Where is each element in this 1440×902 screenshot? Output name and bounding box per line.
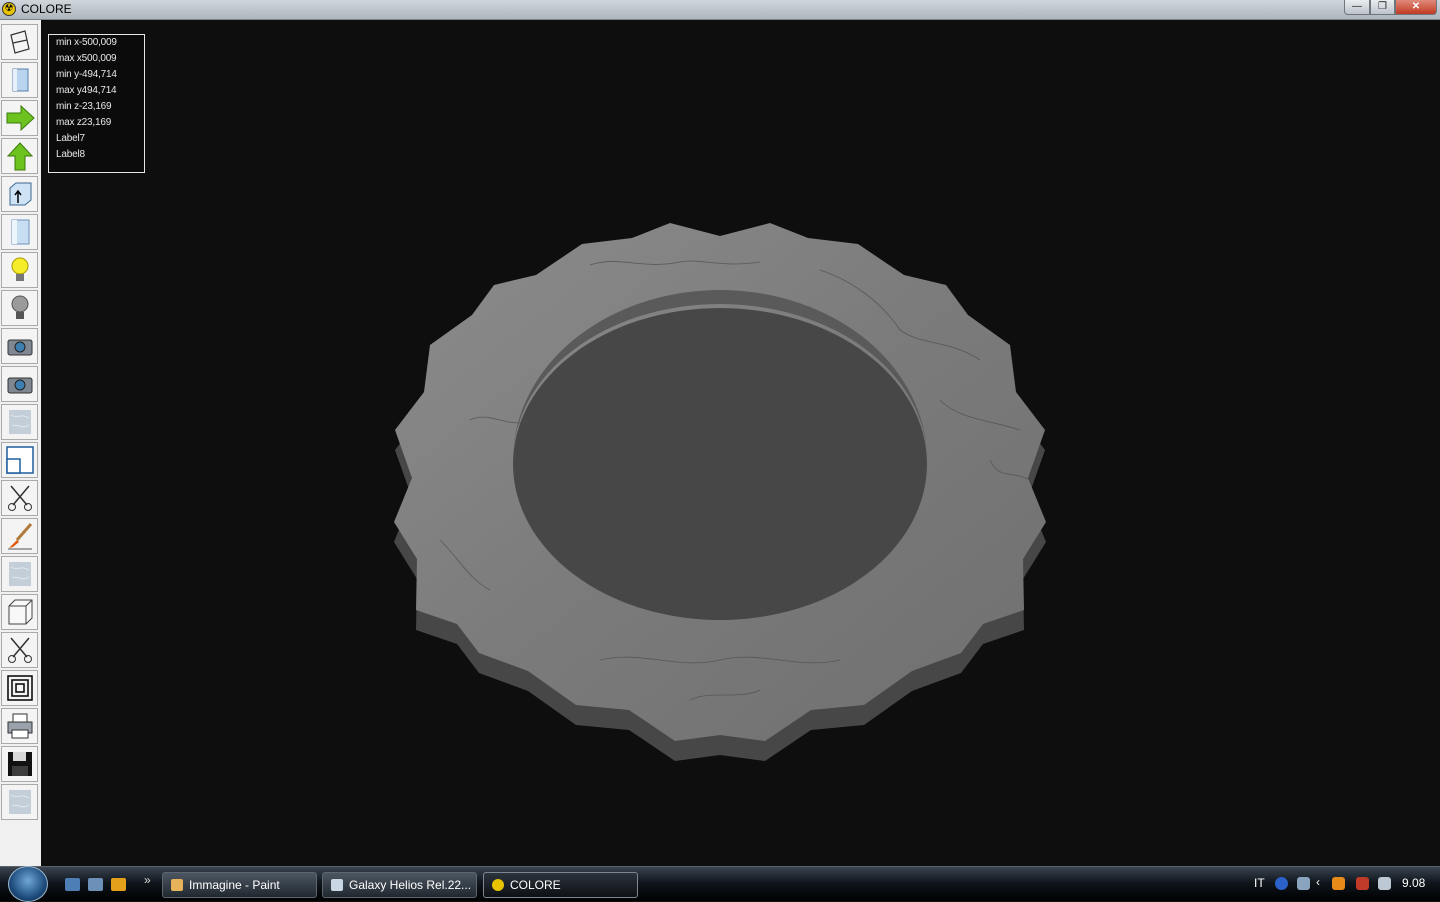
max-y-label: max y494,714 bbox=[56, 85, 117, 96]
show-desktop-icon[interactable] bbox=[65, 878, 80, 891]
network-icon[interactable] bbox=[1297, 877, 1310, 890]
bounds-info-panel: min x-500,009 max x500,009 min y-494,714… bbox=[48, 34, 145, 173]
max-x-label: max x500,009 bbox=[56, 53, 117, 64]
tray-app-icon[interactable] bbox=[1332, 877, 1345, 890]
taskbar-button-label: Galaxy Helios Rel.22... bbox=[349, 878, 472, 892]
taskbar-button-paint[interactable]: Immagine - Paint bbox=[162, 872, 317, 898]
start-button[interactable] bbox=[8, 866, 48, 902]
taskbar-button-colore[interactable]: COLORE bbox=[483, 872, 638, 898]
taskbar-button-label: Immagine - Paint bbox=[189, 878, 280, 892]
help-icon[interactable] bbox=[1275, 877, 1288, 890]
language-indicator[interactable]: IT bbox=[1254, 876, 1265, 890]
explorer-icon bbox=[331, 879, 343, 891]
media-player-icon[interactable] bbox=[111, 878, 126, 891]
quicklaunch-chevron[interactable]: » bbox=[144, 873, 151, 887]
max-z-label: max z23,169 bbox=[56, 117, 112, 128]
taskbar-button-label: COLORE bbox=[510, 878, 561, 892]
min-z-label: min z-23,169 bbox=[56, 101, 112, 112]
switch-windows-icon[interactable] bbox=[88, 878, 103, 891]
clock[interactable]: 9.08 bbox=[1402, 876, 1425, 890]
colore-icon bbox=[492, 879, 504, 891]
taskbar: » Immagine - Paint Galaxy Helios Rel.22.… bbox=[0, 866, 1440, 902]
paint-icon bbox=[171, 879, 183, 891]
taskbar-button-galaxy[interactable]: Galaxy Helios Rel.22... bbox=[322, 872, 477, 898]
label8: Label8 bbox=[56, 149, 85, 160]
min-x-label: min x-500,009 bbox=[56, 37, 117, 48]
marble-ring-model[interactable] bbox=[0, 0, 1440, 900]
volume-icon[interactable] bbox=[1378, 877, 1391, 890]
label7: Label7 bbox=[56, 133, 85, 144]
tray-monitor-icon[interactable] bbox=[1356, 877, 1369, 890]
min-y-label: min y-494,714 bbox=[56, 69, 117, 80]
tray-chevron-icon[interactable]: ‹ bbox=[1316, 875, 1320, 889]
